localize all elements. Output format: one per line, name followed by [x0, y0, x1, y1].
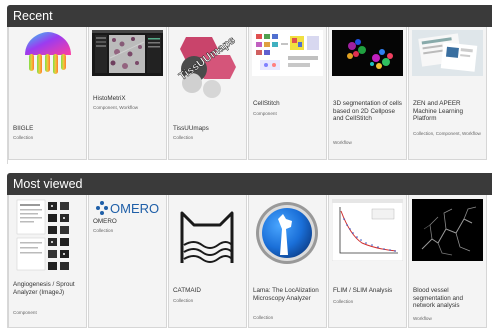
card-type: Collection [173, 298, 194, 303]
card-type: Component [13, 310, 37, 315]
omero-dots-icon [96, 201, 108, 215]
card-omero[interactable]: OMERO OMERO Collection [88, 195, 167, 328]
most-viewed-section-header: Most viewed [7, 173, 492, 195]
card-blood-vessel[interactable]: Blood vessel segmentation and network an… [408, 195, 487, 328]
card-title: HistoMetriX [93, 95, 126, 102]
catmaid-logo-thumbnail [172, 205, 243, 267]
card-type: Collection [333, 299, 354, 304]
omero-logo-text: OMERO [110, 201, 159, 216]
zen-apeer-thumbnail [412, 30, 483, 76]
card-title: TissUUmaps [173, 125, 209, 132]
card-type: Collection, Component, Workflow [413, 131, 481, 136]
card-title: 3D segmentation of cells based on 2D Cel… [333, 100, 402, 123]
recent-section: Recent BIIGLE Collection HistoMetriX Com… [7, 5, 492, 164]
card-angiogenesis[interactable]: Angiogenesis / Sprout Analyzer (ImageJ) … [8, 195, 87, 328]
card-catmaid[interactable]: CATMAID Collection [168, 195, 247, 328]
angiogenesis-thumbnail [12, 198, 83, 278]
cellstitch-figure-thumbnail [252, 30, 323, 76]
card-lama[interactable]: Lama: The LocAlization Microscopy Analyz… [248, 195, 327, 328]
3d-segmentation-thumbnail [332, 30, 403, 76]
blood-vessel-thumbnail [412, 199, 483, 261]
card-title: Angiogenesis / Sprout Analyzer (ImageJ) [13, 281, 75, 296]
card-type: Component, Workflow [93, 105, 139, 110]
tissuumaps-logo-thumbnail: TissUUmaps [172, 31, 243, 99]
most-viewed-section: Most viewed Angiogenesis / Sprout Analyz… [7, 173, 492, 328]
biigle-logo-thumbnail [12, 30, 83, 76]
card-cellstitch[interactable]: CellStitch Component [248, 27, 327, 160]
card-type: Workflow [413, 316, 432, 321]
card-title: Lama: The LocAlization Microscopy Analyz… [253, 287, 319, 302]
card-tissuumaps[interactable]: TissUUmaps TissUUmaps Collection [168, 27, 247, 160]
card-flim-slim[interactable]: FLIM / SLIM Analysis Collection [328, 195, 407, 328]
most-viewed-cards: Angiogenesis / Sprout Analyzer (ImageJ) … [7, 195, 492, 328]
recent-cards: BIIGLE Collection HistoMetriX Component,… [7, 27, 492, 164]
histometrix-screenshot-thumbnail [92, 30, 163, 76]
card-type: Collection [253, 315, 274, 320]
card-type: Collection [13, 135, 34, 140]
card-type: Workflow [333, 140, 352, 145]
card-type: Collection [173, 135, 194, 140]
card-title: CATMAID [173, 287, 201, 294]
card-type: Component [253, 111, 277, 116]
card-title: FLIM / SLIM Analysis [333, 287, 393, 294]
card-zen-apeer[interactable]: ZEN and APEER Machine Learning Platform … [408, 27, 487, 160]
card-title: ZEN and APEER Machine Learning Platform [413, 100, 464, 123]
card-title: BIIGLE [13, 125, 34, 132]
card-title: Blood vessel segmentation and network an… [413, 287, 464, 310]
lama-logo-thumbnail [252, 199, 323, 269]
card-type: Collection [93, 228, 114, 233]
card-title: CellStitch [253, 100, 280, 107]
card-biigle[interactable]: BIIGLE Collection [8, 27, 87, 160]
recent-section-header: Recent [7, 5, 492, 27]
omero-logo-thumbnail: OMERO [92, 198, 163, 218]
card-histometrix[interactable]: HistoMetriX Component, Workflow [88, 27, 167, 160]
card-title: OMERO [93, 218, 117, 225]
card-3d-segmentation[interactable]: 3D segmentation of cells based on 2D Cel… [328, 27, 407, 160]
flim-slim-plot-thumbnail [332, 199, 403, 261]
